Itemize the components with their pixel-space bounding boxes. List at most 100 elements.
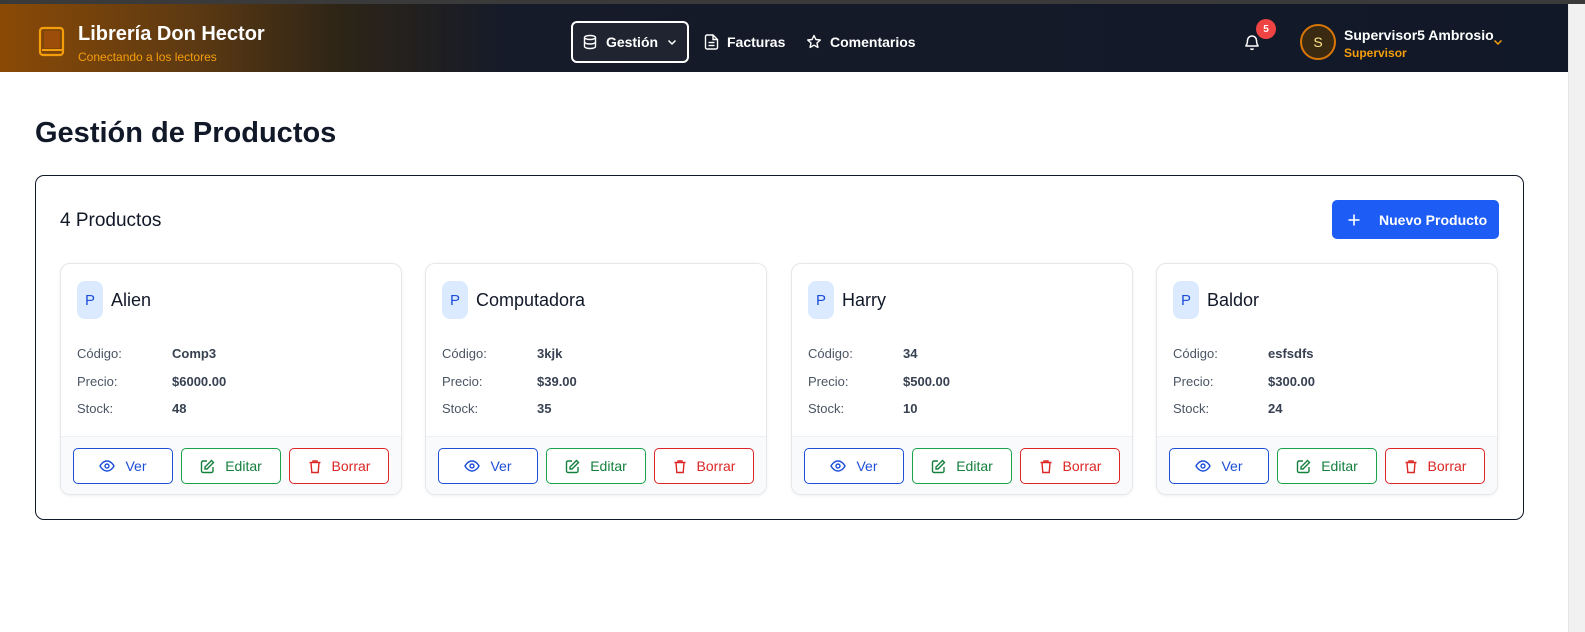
view-button[interactable]: Ver	[438, 448, 538, 484]
precio-label: Precio:	[442, 374, 483, 389]
nav-gestion-label: Gestión	[605, 34, 659, 50]
product-count: 4 Productos	[60, 210, 162, 231]
precio-value: $500.00	[903, 374, 950, 389]
precio-label: Precio:	[1173, 374, 1214, 389]
new-product-label: Nuevo Producto	[1379, 211, 1488, 228]
avatar[interactable]: S	[1300, 24, 1336, 60]
delete-label: Borrar	[1062, 458, 1102, 474]
stock-label: Stock:	[77, 401, 114, 416]
delete-button[interactable]: Borrar	[1385, 448, 1485, 484]
eye-icon	[464, 460, 481, 472]
delete-button[interactable]: Borrar	[654, 448, 754, 484]
product-card: P Alien Código: Comp3 Precio: $6000.00 Sto…	[60, 263, 402, 495]
edit-icon	[201, 459, 215, 473]
edit-label: Editar	[1321, 458, 1358, 474]
card-actions: Ver Editar Borrar	[792, 436, 1132, 494]
edit-button[interactable]: Editar	[181, 448, 281, 484]
product-card: P Computadora Código: 3kjk Precio: $39.00 …	[425, 263, 767, 495]
database-icon	[583, 34, 597, 50]
eye-icon	[1195, 460, 1212, 472]
codigo-value: 34	[903, 346, 918, 361]
scrollbar[interactable]	[1568, 4, 1585, 632]
view-button[interactable]: Ver	[1169, 448, 1269, 484]
page-title: Gestión de Productos	[35, 117, 337, 149]
precio-label: Precio:	[77, 374, 118, 389]
edit-button[interactable]: Editar	[912, 448, 1012, 484]
edit-icon	[566, 459, 580, 473]
brand-title[interactable]: Librería Don Hector	[78, 23, 265, 46]
user-name[interactable]: Supervisor5 Ambrosio	[1344, 27, 1494, 43]
codigo-label: Código:	[808, 346, 853, 361]
trash-icon	[309, 459, 321, 473]
edit-button[interactable]: Editar	[1277, 448, 1377, 484]
eye-icon	[830, 460, 847, 472]
delete-label: Borrar	[331, 458, 371, 474]
nav-gestion-dropdown[interactable]: Gestión	[571, 21, 689, 63]
stock-value: 35	[537, 401, 552, 416]
chevron-down-icon	[668, 39, 677, 46]
precio-value: $6000.00	[172, 374, 227, 389]
edit-label: Editar	[225, 458, 262, 474]
view-label: Ver	[125, 458, 147, 474]
nav-comentarios[interactable]: Comentarios	[806, 21, 916, 63]
product-name: Alien	[111, 289, 152, 310]
precio-value: $39.00	[537, 374, 577, 389]
edit-button[interactable]: Editar	[546, 448, 646, 484]
delete-button[interactable]: Borrar	[1020, 448, 1120, 484]
product-initial-badge: P	[442, 281, 468, 319]
user-role: Supervisor	[1344, 46, 1407, 60]
codigo-label: Código:	[1173, 346, 1218, 361]
trash-icon	[1405, 459, 1417, 473]
plus-icon	[1348, 214, 1360, 225]
codigo-value: Comp3	[172, 346, 217, 361]
stock-value: 48	[172, 401, 187, 416]
product-name: Computadora	[476, 289, 586, 310]
delete-button[interactable]: Borrar	[289, 448, 389, 484]
edit-label: Editar	[590, 458, 627, 474]
card-actions: Ver Editar Borrar	[61, 436, 401, 494]
new-product-button[interactable]: Nuevo Producto	[1332, 200, 1499, 239]
stock-value: 10	[903, 401, 918, 416]
nav-facturas-label: Facturas	[727, 34, 786, 50]
precio-value: $300.00	[1268, 374, 1315, 389]
trash-icon	[674, 459, 686, 473]
product-initial-badge: P	[1173, 281, 1199, 319]
nav-facturas[interactable]: Facturas	[704, 21, 785, 63]
view-button[interactable]: Ver	[73, 448, 173, 484]
product-name: Harry	[842, 289, 886, 310]
chevron-down-icon[interactable]	[1492, 36, 1504, 48]
view-button[interactable]: Ver	[804, 448, 904, 484]
eye-icon	[99, 460, 116, 472]
codigo-label: Código:	[442, 346, 487, 361]
stock-value: 24	[1268, 401, 1283, 416]
product-card: P Baldor Código: esfsdfs Precio: $300.00 S…	[1156, 263, 1498, 495]
book-icon	[38, 26, 65, 57]
product-card: P Harry Código: 34 Precio: $500.00 Stock: 1…	[791, 263, 1133, 495]
file-text-icon	[704, 34, 719, 50]
navbar: Librería Don Hector Conectando a los lec…	[0, 4, 1568, 72]
card-actions: Ver Editar Borrar	[1157, 436, 1497, 494]
stock-label: Stock:	[1173, 401, 1210, 416]
trash-icon	[1040, 459, 1052, 473]
view-label: Ver	[1221, 458, 1243, 474]
stock-label: Stock:	[442, 401, 479, 416]
product-initial-badge: P	[77, 281, 103, 319]
star-icon	[807, 34, 821, 49]
product-name: Baldor	[1207, 289, 1260, 310]
nav-comentarios-label: Comentarios	[830, 34, 916, 50]
card-actions: Ver Editar Borrar	[426, 436, 766, 494]
codigo-value: 3kjk	[537, 346, 563, 361]
notification-badge: 5	[1256, 19, 1276, 39]
view-label: Ver	[856, 458, 878, 474]
stock-label: Stock:	[808, 401, 845, 416]
edit-icon	[932, 459, 946, 473]
edit-label: Editar	[956, 458, 993, 474]
codigo-label: Código:	[77, 346, 122, 361]
products-panel: 4 Productos Nuevo Producto P Alien Códig…	[35, 175, 1524, 520]
brand-subtitle: Conectando a los lectores	[78, 50, 217, 64]
delete-label: Borrar	[696, 458, 736, 474]
delete-label: Borrar	[1427, 458, 1467, 474]
codigo-value: esfsdfs	[1268, 346, 1314, 361]
product-initial-badge: P	[808, 281, 834, 319]
precio-label: Precio:	[808, 374, 849, 389]
